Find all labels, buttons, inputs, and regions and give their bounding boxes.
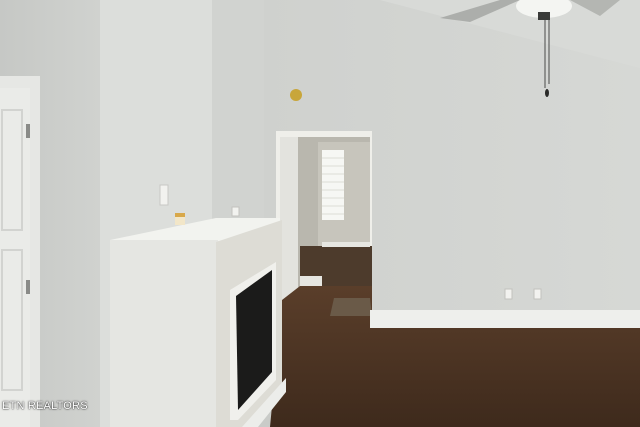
outlet: [533, 288, 542, 300]
hallway-window: [322, 150, 344, 220]
room-photo: [0, 0, 640, 427]
door-hinge: [26, 280, 30, 294]
hallway-door: [280, 137, 298, 302]
fan-housing: [538, 12, 550, 20]
fireplace-front: [110, 240, 218, 427]
outlet: [231, 206, 240, 217]
smoke-detector: [290, 89, 302, 101]
rug: [330, 298, 372, 316]
baseboard: [370, 310, 640, 328]
door-hinge: [26, 124, 30, 138]
pillar-side: [212, 0, 264, 230]
outlet: [504, 288, 513, 300]
watermark-text: ETN REALTORS: [2, 400, 88, 412]
baseboard-hall: [300, 276, 322, 286]
hallway-baseboard: [322, 242, 370, 247]
door: [0, 88, 30, 427]
light-switch: [159, 184, 169, 206]
fan-pull-knob: [545, 89, 549, 97]
mantel-jar-lid: [175, 213, 185, 217]
